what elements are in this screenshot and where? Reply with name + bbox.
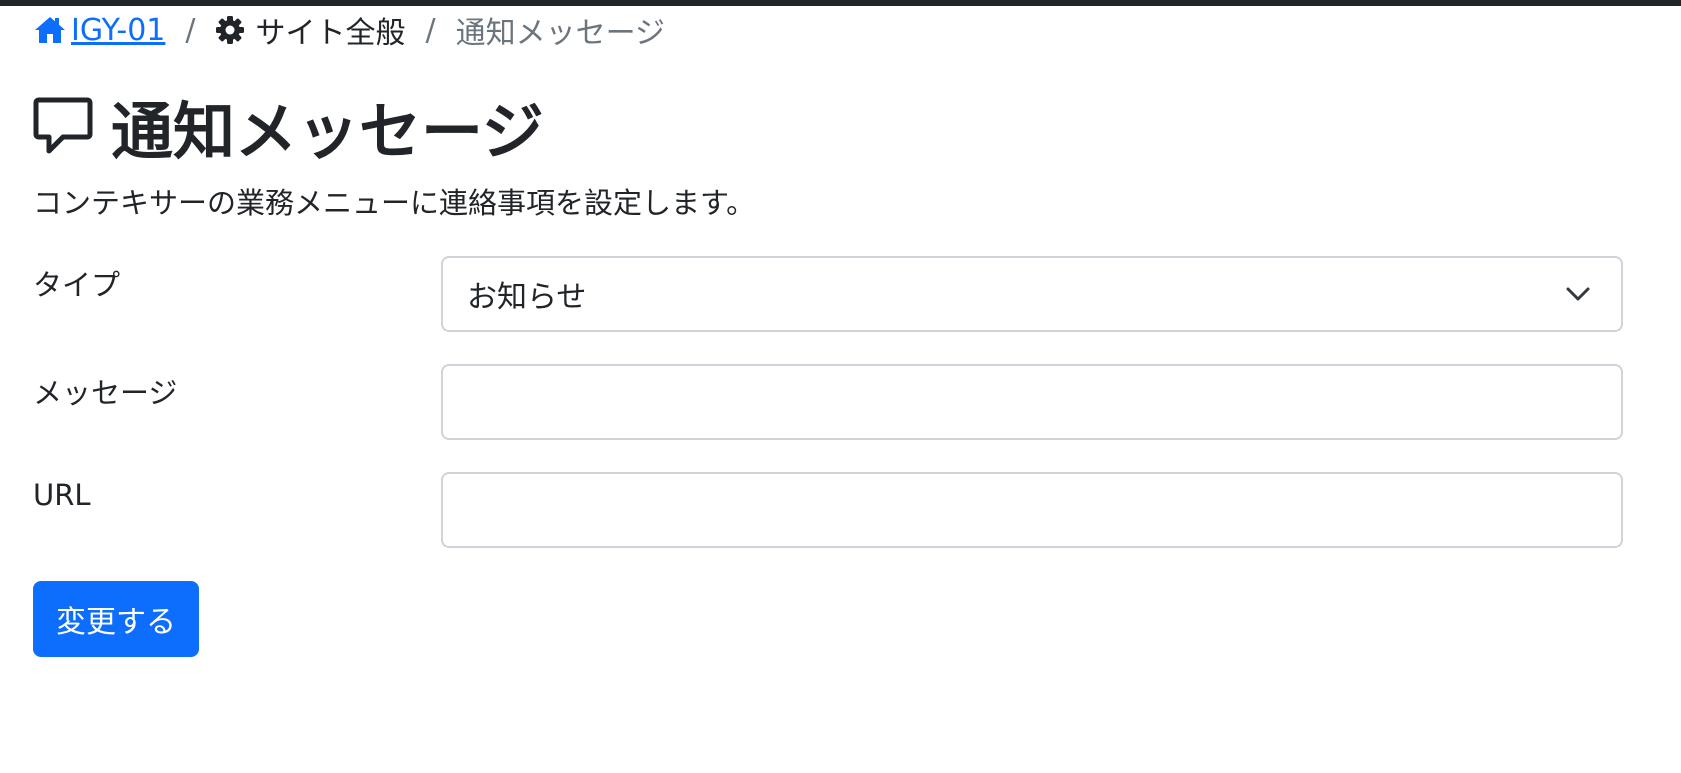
page-title: 通知メッセージ (33, 86, 544, 168)
type-select-value: お知らせ (467, 280, 587, 315)
breadcrumb-current: 通知メッセージ (455, 16, 665, 51)
breadcrumb-section[interactable]: サイト全般 (215, 8, 405, 52)
message-label: メッセージ (33, 376, 178, 410)
form-row-message: メッセージ (33, 364, 1623, 440)
type-label: タイプ (33, 268, 121, 302)
breadcrumb: IGY-01 / サイト全般 / 通知メッセージ (33, 8, 665, 52)
top-bar (0, 0, 1681, 6)
url-input[interactable] (441, 472, 1623, 548)
breadcrumb-section-label[interactable]: サイト全般 (255, 8, 405, 52)
home-icon (33, 15, 67, 45)
breadcrumb-separator: / (425, 12, 436, 48)
gear-icon (215, 15, 245, 45)
breadcrumb-separator: / (185, 12, 196, 48)
form-row-type: タイプ お知らせ (33, 256, 1623, 332)
chat-bubble-icon (33, 96, 93, 156)
form-row-url: URL (33, 472, 1623, 548)
breadcrumb-home-link[interactable]: IGY-01 (33, 13, 165, 48)
url-label: URL (33, 478, 91, 512)
page-title-text: 通知メッセージ (111, 95, 544, 168)
message-input[interactable] (441, 364, 1623, 440)
submit-button[interactable]: 変更する (33, 581, 199, 657)
page-description: コンテキサーの業務メニューに連絡事項を設定します。 (33, 186, 756, 220)
type-select[interactable]: お知らせ (441, 256, 1623, 332)
breadcrumb-home-label[interactable]: IGY-01 (71, 13, 165, 48)
chevron-down-icon (1565, 285, 1591, 303)
